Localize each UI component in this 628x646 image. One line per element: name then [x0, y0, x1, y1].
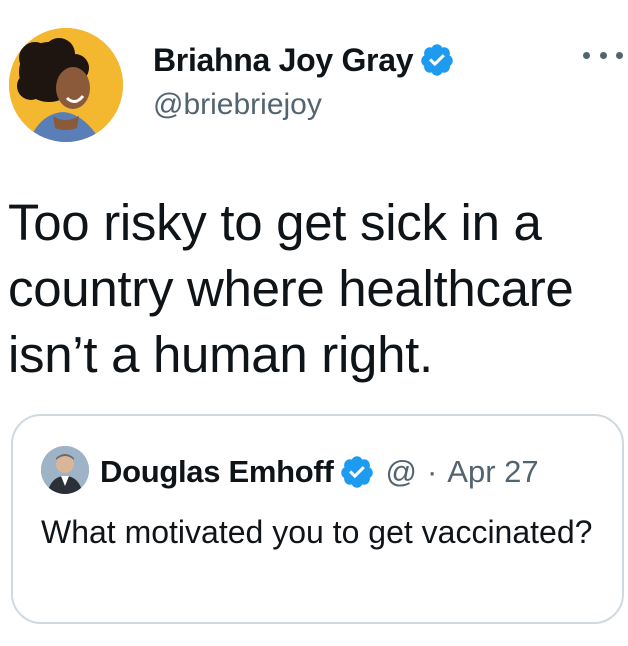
- author-handle[interactable]: @briebriejoy: [153, 88, 322, 122]
- more-horizontal-icon[interactable]: [583, 40, 623, 70]
- quoted-tweet-header: Douglas Emhoff @ · Apr 27: [100, 450, 539, 494]
- more-dot: [616, 51, 623, 59]
- quoted-author-display-name[interactable]: Douglas Emhoff: [100, 454, 334, 490]
- tweet-text: Too risky to get sick in a country where…: [8, 194, 588, 383]
- verified-badge-icon: [341, 456, 374, 488]
- author-display-name[interactable]: Briahna Joy Gray: [153, 42, 414, 79]
- quoted-meta-separator: ·: [426, 454, 438, 489]
- author-avatar-image: [9, 28, 123, 142]
- author-avatar[interactable]: [9, 28, 123, 142]
- quoted-tweet-date[interactable]: Apr 27: [447, 454, 538, 490]
- quoted-tweet[interactable]: Douglas Emhoff @ · Apr 27 What motivated…: [11, 414, 624, 624]
- quoted-tweet-text: What motivated you to get vaccinated?: [41, 514, 593, 550]
- quoted-author-avatar-image: [41, 446, 89, 494]
- quoted-author-handle[interactable]: @: [385, 454, 416, 490]
- more-dot: [583, 51, 590, 59]
- verified-badge-icon: [421, 44, 453, 76]
- author-name-row: Briahna Joy Gray: [153, 40, 455, 80]
- more-dot: [599, 51, 607, 59]
- quoted-author-avatar[interactable]: [41, 446, 89, 494]
- tweet[interactable]: Briahna Joy Gray @briebriejoy Too risky …: [0, 0, 628, 646]
